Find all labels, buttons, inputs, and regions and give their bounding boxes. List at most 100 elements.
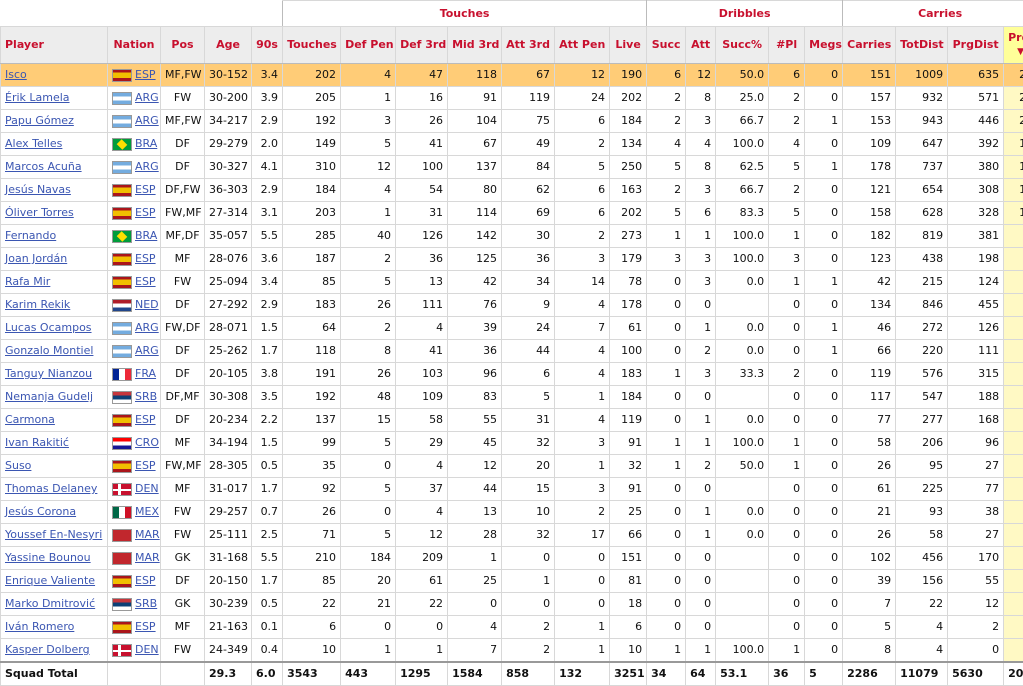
player-link[interactable]: Gonzalo Montiel bbox=[5, 344, 93, 357]
player-link[interactable]: Érik Lamela bbox=[5, 91, 70, 104]
col-header-mid-3rd[interactable]: Mid 3rd bbox=[448, 27, 502, 64]
nation-link[interactable]: DEN bbox=[135, 482, 159, 495]
nation-link[interactable]: DEN bbox=[135, 643, 159, 656]
table-body: IscoESPMF,FW30-1523.42024471186712190612… bbox=[1, 64, 1023, 663]
player-link[interactable]: Óliver Torres bbox=[5, 206, 74, 219]
nation-link[interactable]: ESP bbox=[135, 574, 156, 587]
prgdist-cell: 38 bbox=[948, 501, 1004, 524]
att-cell: 0 bbox=[686, 386, 716, 409]
col-header-live[interactable]: Live bbox=[610, 27, 647, 64]
col-header-player[interactable]: Player bbox=[1, 27, 108, 64]
total-pl: 36 bbox=[769, 662, 805, 686]
live-cell: 134 bbox=[610, 133, 647, 156]
player-link[interactable]: Kasper Dolberg bbox=[5, 643, 90, 656]
col-header-totdist[interactable]: TotDist bbox=[896, 27, 948, 64]
succ-pct-cell bbox=[716, 570, 769, 593]
nation-link[interactable]: CRO bbox=[135, 436, 159, 449]
def-pen-cell: 8 bbox=[341, 340, 396, 363]
nation-link[interactable]: FRA bbox=[135, 367, 156, 380]
mid-3rd-cell: 36 bbox=[448, 340, 502, 363]
player-link[interactable]: Jesús Navas bbox=[5, 183, 71, 196]
player-link[interactable]: Ivan Rakitić bbox=[5, 436, 69, 449]
col-header-pos[interactable]: Pos bbox=[161, 27, 205, 64]
nation-link[interactable]: ESP bbox=[135, 459, 156, 472]
col-header-att-3rd[interactable]: Att 3rd bbox=[502, 27, 555, 64]
col-header-att[interactable]: Att bbox=[686, 27, 716, 64]
player-link[interactable]: Nemanja Gudelj bbox=[5, 390, 93, 403]
nation-link[interactable]: ARG bbox=[135, 160, 159, 173]
nation-link[interactable]: ARG bbox=[135, 344, 159, 357]
col-header-megs[interactable]: Megs bbox=[805, 27, 843, 64]
nation-link[interactable]: ESP bbox=[135, 252, 156, 265]
succ-cell: 0 bbox=[647, 547, 686, 570]
nation-link[interactable]: MAR bbox=[135, 551, 160, 564]
prgdist-cell: 455 bbox=[948, 294, 1004, 317]
mid-3rd-cell: 13 bbox=[448, 501, 502, 524]
nation-link[interactable]: ESP bbox=[135, 183, 156, 196]
player-link[interactable]: Iván Romero bbox=[5, 620, 74, 633]
col-header-att-pen[interactable]: Att Pen bbox=[555, 27, 610, 64]
nation-link[interactable]: BRA bbox=[135, 137, 157, 150]
succ-pct-cell: 62.5 bbox=[716, 156, 769, 179]
prog-cell: 2 bbox=[1004, 501, 1023, 524]
col-header-90s[interactable]: 90s bbox=[252, 27, 283, 64]
col-header-carries[interactable]: Carries bbox=[843, 27, 896, 64]
nation-link[interactable]: ARG bbox=[135, 114, 159, 127]
player-link[interactable]: Jesús Corona bbox=[5, 505, 76, 518]
def-3rd-cell: 54 bbox=[396, 179, 448, 202]
col-header-nation[interactable]: Nation bbox=[108, 27, 161, 64]
player-link[interactable]: Marcos Acuña bbox=[5, 160, 82, 173]
nation-link[interactable]: ESP bbox=[135, 620, 156, 633]
player-link[interactable]: Lucas Ocampos bbox=[5, 321, 92, 334]
player-link[interactable]: Carmona bbox=[5, 413, 55, 426]
nation-link[interactable]: ESP bbox=[135, 206, 156, 219]
succ-cell: 5 bbox=[647, 202, 686, 225]
player-link[interactable]: Isco bbox=[5, 68, 27, 81]
player-link[interactable]: Marko Dmitrović bbox=[5, 597, 95, 610]
nation-link[interactable]: BRA bbox=[135, 229, 157, 242]
nation-link[interactable]: ARG bbox=[135, 321, 159, 334]
player-link[interactable]: Papu Gómez bbox=[5, 114, 74, 127]
player-link[interactable]: Alex Telles bbox=[5, 137, 62, 150]
player-link[interactable]: Tanguy Nianzou bbox=[5, 367, 92, 380]
att-pen-cell: 4 bbox=[555, 363, 610, 386]
succ-pct-cell: 50.0 bbox=[716, 455, 769, 478]
flag-icon bbox=[112, 644, 132, 657]
pos-cell: DF bbox=[161, 156, 205, 179]
col-header-prog[interactable]: Prog ▼ bbox=[1004, 27, 1023, 64]
player-link[interactable]: Rafa Mir bbox=[5, 275, 50, 288]
player-link[interactable]: Thomas Delaney bbox=[5, 482, 97, 495]
nation-link[interactable]: ESP bbox=[135, 275, 156, 288]
nation-link[interactable]: NED bbox=[135, 298, 159, 311]
col-header-succ[interactable]: Succ bbox=[647, 27, 686, 64]
nation-link[interactable]: ESP bbox=[135, 68, 156, 81]
col-header-def-pen[interactable]: Def Pen bbox=[341, 27, 396, 64]
n90s-cell: 0.5 bbox=[252, 455, 283, 478]
player-link[interactable]: Yassine Bounou bbox=[5, 551, 91, 564]
nation-cell: ESP bbox=[108, 570, 161, 593]
totdist-cell: 4 bbox=[896, 639, 948, 663]
pl-cell: 1 bbox=[769, 639, 805, 663]
player-link[interactable]: Joan Jordán bbox=[5, 252, 67, 265]
player-link[interactable]: Enrique Valiente bbox=[5, 574, 95, 587]
flag-icon bbox=[112, 161, 132, 174]
nation-link[interactable]: MAR bbox=[135, 528, 160, 541]
col-header-age[interactable]: Age bbox=[205, 27, 252, 64]
col-header-succ-pct[interactable]: Succ% bbox=[716, 27, 769, 64]
col-header-def-3rd[interactable]: Def 3rd bbox=[396, 27, 448, 64]
nation-link[interactable]: SRB bbox=[135, 390, 157, 403]
col-header-pl[interactable]: #Pl bbox=[769, 27, 805, 64]
nation-link[interactable]: SRB bbox=[135, 597, 157, 610]
player-link[interactable]: Fernando bbox=[5, 229, 56, 242]
mid-3rd-cell: 91 bbox=[448, 87, 502, 110]
player-link[interactable]: Youssef En-Nesyri bbox=[5, 528, 102, 541]
player-link[interactable]: Karim Rekik bbox=[5, 298, 70, 311]
nation-link[interactable]: ARG bbox=[135, 91, 159, 104]
col-header-prgdist[interactable]: PrgDist bbox=[948, 27, 1004, 64]
nation-link[interactable]: MEX bbox=[135, 505, 159, 518]
col-header-touches[interactable]: Touches bbox=[283, 27, 341, 64]
prog-cell: 7 bbox=[1004, 248, 1023, 271]
att-3rd-cell: 0 bbox=[502, 547, 555, 570]
nation-link[interactable]: ESP bbox=[135, 413, 156, 426]
player-link[interactable]: Suso bbox=[5, 459, 31, 472]
